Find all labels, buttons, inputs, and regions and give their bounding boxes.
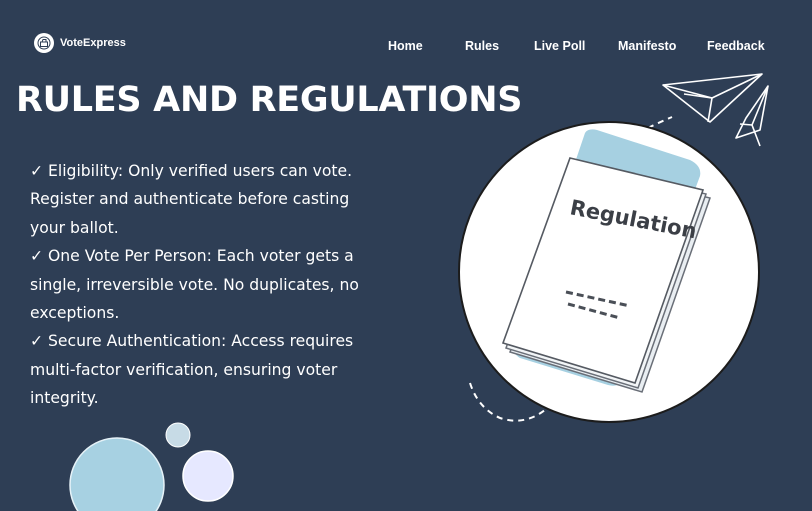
- decor-circle-large: [69, 437, 165, 511]
- decor-circle-small: [165, 422, 191, 448]
- paper-plane-icon: [662, 73, 769, 147]
- dashed-trail-top: [647, 116, 673, 129]
- decor-circle-lavender: [182, 450, 234, 502]
- illustration: Regulation: [69, 73, 769, 511]
